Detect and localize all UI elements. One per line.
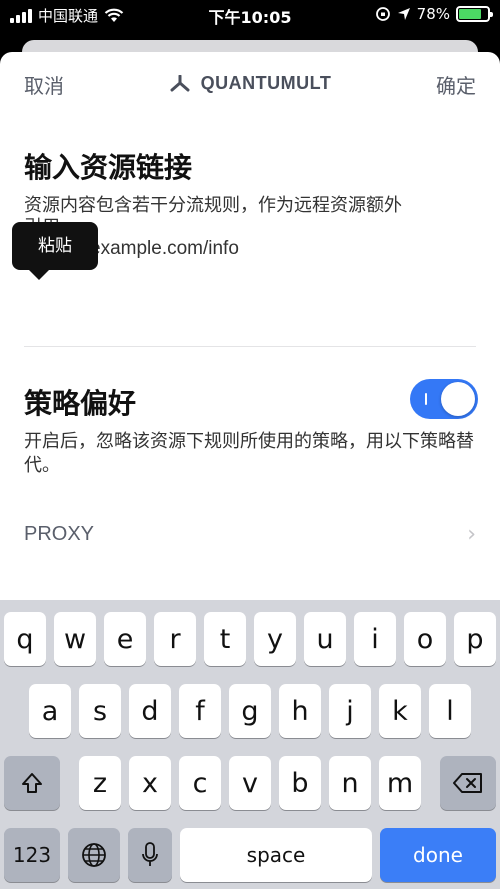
location-icon: [397, 8, 410, 20]
key-s[interactable]: s: [79, 684, 121, 738]
key-r[interactable]: r: [154, 612, 196, 666]
confirm-button[interactable]: 确定: [436, 70, 476, 99]
numbers-key[interactable]: 123: [4, 828, 60, 882]
key-p[interactable]: p: [454, 612, 496, 666]
orientation-lock-icon: [375, 7, 390, 21]
keyboard: q w e r t y u i o p a s d f g h j k l z …: [0, 600, 500, 889]
key-e[interactable]: e: [104, 612, 146, 666]
key-q[interactable]: q: [4, 612, 46, 666]
section-divider: [24, 346, 476, 347]
resource-description: 资源内容包含若干分流规则，作为远程资源额外 引用: [24, 195, 402, 238]
paste-tooltip[interactable]: 粘贴: [12, 222, 98, 280]
resource-sheet: 取消 QUANTUMULT 确定 输入资源链接 资源内容包含若干分流规则，作为远…: [0, 52, 500, 612]
microphone-icon: [142, 842, 158, 866]
key-l[interactable]: l: [429, 684, 471, 738]
globe-key[interactable]: [68, 828, 120, 882]
resource-link-heading: 输入资源链接: [24, 151, 193, 184]
key-n[interactable]: n: [329, 756, 371, 810]
key-y[interactable]: y: [254, 612, 296, 666]
microphone-key[interactable]: [128, 828, 172, 882]
app-title-text: QUANTUMULT: [200, 73, 332, 93]
resource-link-input[interactable]: example.com/info: [90, 238, 239, 260]
key-j[interactable]: j: [329, 684, 371, 738]
shift-key[interactable]: [4, 756, 60, 810]
key-o[interactable]: o: [404, 612, 446, 666]
space-key[interactable]: space: [180, 828, 372, 882]
key-i[interactable]: i: [354, 612, 396, 666]
globe-icon: [82, 843, 106, 867]
key-a[interactable]: a: [29, 684, 71, 738]
key-x[interactable]: x: [129, 756, 171, 810]
chevron-right-icon: ›: [467, 521, 476, 547]
quantumult-logo-icon: [170, 74, 190, 91]
battery-percent: 78%: [416, 5, 450, 23]
status-bar: 中国联通 下午10:05 78%: [0, 0, 500, 30]
key-t[interactable]: t: [204, 612, 246, 666]
key-z[interactable]: z: [79, 756, 121, 810]
policy-description: 开启后，忽略该资源下规则所使用的策略，用以下策略替代。: [24, 431, 474, 476]
proxy-row[interactable]: PROXY ›: [24, 514, 476, 554]
key-w[interactable]: w: [54, 612, 96, 666]
policy-toggle[interactable]: [410, 379, 478, 419]
key-v[interactable]: v: [229, 756, 271, 810]
key-g[interactable]: g: [229, 684, 271, 738]
key-m[interactable]: m: [379, 756, 421, 810]
app-title: QUANTUMULT: [0, 73, 500, 94]
key-d[interactable]: d: [129, 684, 171, 738]
key-h[interactable]: h: [279, 684, 321, 738]
proxy-label: PROXY: [24, 522, 95, 545]
done-key[interactable]: done: [380, 828, 496, 882]
backspace-key[interactable]: [440, 756, 496, 810]
key-c[interactable]: c: [179, 756, 221, 810]
key-u[interactable]: u: [304, 612, 346, 666]
shift-icon: [22, 773, 42, 793]
battery-icon: [456, 6, 493, 22]
policy-heading: 策略偏好: [24, 387, 137, 420]
backspace-icon: [453, 773, 482, 793]
key-k[interactable]: k: [379, 684, 421, 738]
key-b[interactable]: b: [279, 756, 321, 810]
key-f[interactable]: f: [179, 684, 221, 738]
